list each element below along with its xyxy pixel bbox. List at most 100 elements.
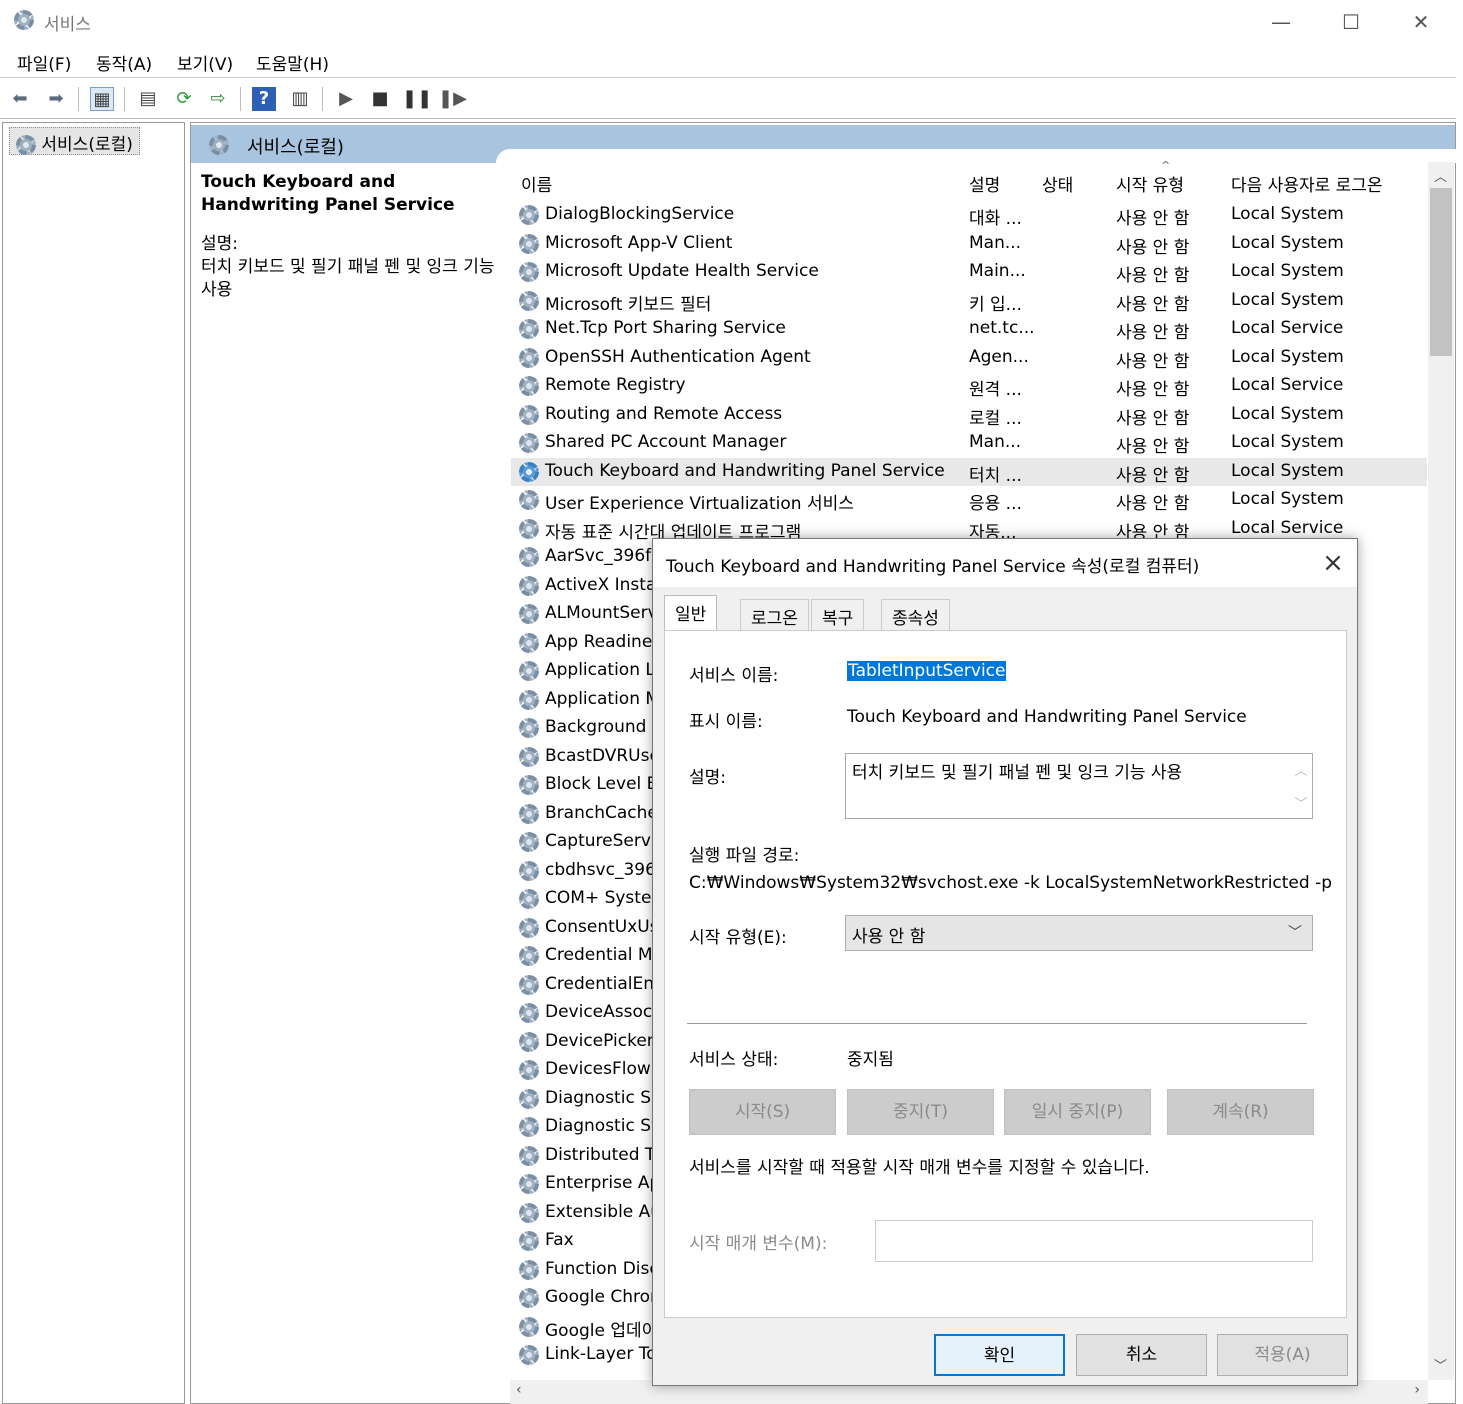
service-gear-icon [519, 604, 539, 624]
service-row[interactable]: Routing and Remote Access 로컬 ... 사용 안 함 Loc… [511, 401, 1427, 429]
service-gear-icon [519, 433, 539, 453]
service-row[interactable]: Shared PC Account Manager Man... 사용 안 함 Loc… [511, 429, 1427, 457]
service-desc-cell: 원격 ... [969, 380, 1022, 400]
scroll-up-icon[interactable]: ︿ [1290, 760, 1312, 779]
pause-service-icon[interactable]: ❚❚ [402, 87, 432, 111]
export-list-icon[interactable]: ⇨ [206, 87, 230, 111]
service-gear-icon [519, 661, 539, 681]
menu-view[interactable]: 보기(V) [177, 50, 233, 75]
service-gear-icon [519, 1231, 539, 1251]
minimize-button[interactable]: — [1258, 6, 1304, 38]
scroll-down-icon[interactable]: ﹀ [1434, 1355, 1447, 1374]
service-name-text[interactable]: TabletInputService [847, 661, 1007, 681]
pane-header-notch [496, 149, 1456, 163]
general-tab-panel: 서비스 이름: TabletInputService 표시 이름: Touch … [664, 630, 1347, 1318]
description-textbox[interactable]: 터치 키보드 및 필기 패널 펜 및 잉크 기능 사용 ︿ ﹀ [845, 753, 1313, 819]
stop-service-icon[interactable]: ■ [368, 87, 392, 111]
service-row[interactable]: Microsoft 키보드 필터 키 입... 사용 안 함 Local System [511, 287, 1427, 315]
executable-path-value[interactable]: C:₩Windows₩System32₩svchost.exe -k Local… [689, 873, 1332, 893]
refresh-icon[interactable]: ⟳ [172, 87, 196, 111]
description-label: 설명: [689, 768, 727, 788]
selected-service-title: Touch Keyboard and Handwriting Panel Ser… [201, 172, 455, 215]
service-row[interactable]: Microsoft Update Health Service Main... 사용… [511, 258, 1427, 286]
service-gear-icon [519, 689, 539, 710]
tree-item-services-local[interactable]: 서비스(로컬) [9, 127, 140, 155]
service-gear-icon [519, 1117, 539, 1137]
service-gear-icon [519, 1003, 539, 1023]
scroll-right-icon[interactable]: › [1414, 1382, 1420, 1398]
service-logon-cell: Local System [1231, 432, 1344, 452]
dialog-close-button[interactable]: × [1313, 545, 1353, 581]
service-row[interactable]: Net.Tcp Port Sharing Service net.tc... 사용 … [511, 315, 1427, 343]
executable-path-label: 실행 파일 경로: [689, 846, 800, 866]
service-row[interactable]: User Experience Virtualization 서비스 응용 ...… [511, 486, 1427, 514]
column-header-startup-type[interactable]: 시작 유형 [1116, 171, 1184, 196]
service-gear-icon [519, 1174, 539, 1194]
service-gear-icon [519, 461, 539, 482]
pause-button[interactable]: 일시 중지(P) [1004, 1089, 1151, 1135]
service-gear-icon [519, 946, 539, 966]
service-name-cell: Diagnostic Se [545, 1087, 662, 1108]
help-icon[interactable]: ? [252, 87, 276, 111]
dialog-title: Touch Keyboard and Handwriting Panel Ser… [666, 557, 1200, 577]
service-name-cell: COM+ System [545, 888, 668, 908]
service-desc-cell: Man... [969, 432, 1022, 452]
pane-header-title: 서비스(로컬) [247, 137, 344, 158]
show-hide-console-tree-icon[interactable]: ▦ [90, 87, 114, 111]
apply-button[interactable]: 적용(A) [1217, 1334, 1348, 1376]
startup-type-label: 시작 유형(E): [689, 928, 787, 948]
tab-dependencies[interactable]: 종속성 [881, 599, 950, 631]
start-service-icon[interactable]: ▶ [334, 87, 358, 111]
scroll-left-icon[interactable]: ‹ [516, 1382, 522, 1398]
ok-button[interactable]: 확인 [934, 1334, 1065, 1376]
tab-recovery[interactable]: 복구 [811, 599, 865, 631]
maximize-button[interactable]: ☐ [1328, 6, 1374, 38]
back-arrow-icon[interactable]: ⬅ [8, 87, 32, 111]
service-name-cell: Shared PC Account Manager [545, 432, 787, 452]
service-name-cell: ALMountServ [545, 603, 658, 623]
service-logon-cell: Local System [1231, 489, 1344, 509]
service-name-cell: Extensible Aut [545, 1201, 668, 1222]
tree-item-label: 서비스(로컬) [41, 135, 133, 155]
service-gear-icon [519, 518, 539, 539]
service-name-cell: Block Level Ba [545, 774, 669, 794]
service-row[interactable]: Touch Keyboard and Handwriting Panel Ser… [511, 457, 1427, 486]
column-header-status[interactable]: 상태 [1042, 171, 1073, 196]
close-button[interactable]: ✕ [1398, 6, 1444, 38]
service-gear-icon [519, 1316, 539, 1337]
description-scrollbar[interactable]: ︿ ﹀ [1290, 754, 1312, 818]
service-name-cell: ActiveX Install [545, 574, 666, 595]
service-row[interactable]: Remote Registry 원격 ... 사용 안 함 Local Service [511, 372, 1427, 400]
vertical-scrollbar-thumb[interactable] [1430, 188, 1452, 356]
extended-description: Touch Keyboard and Handwriting Panel Ser… [201, 171, 499, 302]
menu-action[interactable]: 동작(A) [96, 50, 152, 75]
scroll-down-icon[interactable]: ﹀ [1290, 793, 1312, 812]
display-name-value[interactable]: Touch Keyboard and Handwriting Panel Ser… [847, 707, 1247, 727]
service-row[interactable]: OpenSSH Authentication Agent Agen... 사용 안 … [511, 344, 1427, 372]
selected-service-desc-label: 설명: [201, 234, 239, 254]
service-row[interactable]: DialogBlockingService 대화 ... 사용 안 함 Local S… [511, 201, 1427, 229]
action-pane-icon[interactable]: ▥ [288, 87, 312, 111]
column-header-log-on-as[interactable]: 다음 사용자로 로그온 [1231, 171, 1383, 196]
tab-general[interactable]: 일반 [664, 595, 718, 632]
start-button[interactable]: 시작(S) [689, 1089, 836, 1135]
tab-log-on[interactable]: 로그온 [740, 599, 809, 631]
menu-file[interactable]: 파일(F) [17, 50, 71, 75]
restart-service-icon[interactable]: ❚▶ [438, 87, 467, 111]
properties-icon[interactable]: ▤ [136, 87, 160, 111]
startup-type-dropdown[interactable]: 사용 안 함 ﹀ [845, 915, 1313, 951]
column-header-description[interactable]: 설명 [969, 171, 1000, 196]
service-row[interactable]: Microsoft App-V Client Man... 사용 안 함 Local … [511, 230, 1427, 258]
services-icon [209, 135, 229, 155]
stop-button[interactable]: 중지(T) [847, 1089, 994, 1135]
service-gear-icon [519, 1145, 539, 1166]
resume-button[interactable]: 계속(R) [1167, 1089, 1314, 1135]
cancel-button[interactable]: 취소 [1076, 1334, 1207, 1376]
start-parameters-input[interactable] [875, 1220, 1313, 1262]
forward-arrow-icon[interactable]: ➡ [44, 87, 68, 111]
service-name-cell: Enterprise Ap [545, 1173, 661, 1193]
service-name-value: TabletInputService [847, 661, 1007, 681]
menu-help[interactable]: 도움말(H) [256, 50, 329, 75]
scroll-up-icon[interactable]: ︿ [1434, 166, 1447, 185]
column-header-name[interactable]: 이름 [521, 171, 552, 196]
